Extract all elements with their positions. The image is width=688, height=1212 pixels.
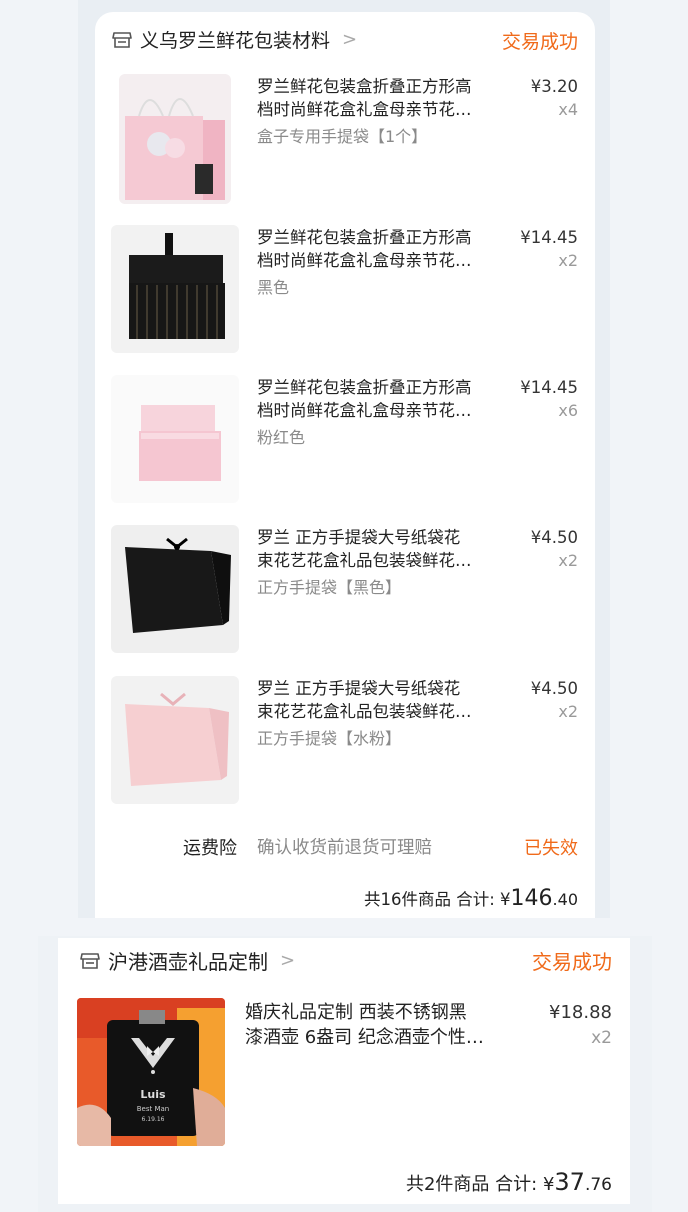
product-image: Luis Best Man 6.19.16 [77, 998, 225, 1146]
total-decimal: .76 [584, 1175, 612, 1195]
item-quantity: x2 [558, 251, 578, 270]
total-currency: ¥ [500, 890, 511, 909]
item-price: ¥14.45 [520, 228, 578, 247]
item-variant: 正方手提袋【水粉】 [257, 729, 402, 748]
order-item[interactable]: 罗兰 正方手提袋大号纸袋花 束花艺花盒礼品包装袋鲜花… 正方手提袋【水粉】 ¥4… [95, 676, 595, 806]
item-title: 罗兰鲜花包装盒折叠正方形高 档时尚鲜花盒礼盒母亲节花… [257, 228, 472, 270]
shop-header[interactable]: 沪港酒壶礼品定制 > [80, 946, 295, 975]
total-currency: ¥ [542, 1174, 555, 1195]
item-quantity: x6 [558, 401, 578, 420]
chevron-right-icon: > [342, 29, 358, 50]
insurance-status: 已失效 [524, 838, 578, 859]
insurance-label: 运费险 [183, 838, 237, 859]
order-card-1[interactable]: 义乌罗兰鲜花包装材料 > 交易成功 罗兰鲜花包装盒折叠正方形高 档时尚鲜花盒礼盒… [95, 12, 595, 918]
shop-name: 义乌罗兰鲜花包装材料 [140, 30, 331, 52]
product-image [119, 74, 231, 204]
store-icon [80, 952, 100, 969]
item-title: 罗兰鲜花包装盒折叠正方形高 档时尚鲜花盒礼盒母亲节花… [257, 77, 472, 119]
engraving-date: 6.19.16 [142, 1116, 165, 1123]
item-quantity: x2 [591, 1028, 612, 1048]
item-quantity: x4 [558, 100, 578, 119]
item-title: 罗兰 正方手提袋大号纸袋花 束花艺花盒礼品包装袋鲜花… [257, 528, 472, 570]
item-price: ¥4.50 [530, 679, 578, 698]
product-image [111, 225, 239, 353]
item-title: 婚庆礼品定制 西装不锈钢黑 漆酒壶 6盎司 纪念酒壶个性… [245, 1002, 484, 1048]
order-item[interactable]: 罗兰鲜花包装盒折叠正方形高 档时尚鲜花盒礼盒母亲节花… 盒子专用手提袋【1个】 … [95, 74, 595, 204]
item-price: ¥4.50 [530, 528, 578, 547]
order-item[interactable]: 罗兰鲜花包装盒折叠正方形高 档时尚鲜花盒礼盒母亲节花… 粉红色 ¥14.45 x… [95, 375, 595, 505]
total-integer: 37 [554, 1168, 585, 1196]
item-variant: 盒子专用手提袋【1个】 [257, 127, 428, 146]
total-integer: 146 [510, 886, 553, 911]
item-variant: 黑色 [257, 278, 290, 297]
shop-name: 沪港酒壶礼品定制 [108, 950, 268, 974]
item-quantity: x2 [558, 551, 578, 570]
item-count: 共2件商品 [405, 1174, 490, 1195]
order-status: 交易成功 [501, 31, 578, 53]
item-quantity: x2 [558, 702, 578, 721]
item-variant: 正方手提袋【黑色】 [257, 578, 402, 597]
item-price: ¥14.45 [520, 378, 578, 397]
product-image [111, 525, 239, 653]
product-image [111, 676, 239, 804]
chevron-right-icon: > [280, 950, 296, 971]
product-image [111, 375, 239, 503]
item-price: ¥3.20 [530, 77, 578, 96]
order-item[interactable]: 罗兰鲜花包装盒折叠正方形高 档时尚鲜花盒礼盒母亲节花… 黑色 ¥14.45 x2 [95, 225, 595, 355]
order-status: 交易成功 [532, 950, 612, 974]
total-decimal: .40 [552, 890, 578, 909]
order-total: 共16件商品 合计: ¥146.40 [364, 886, 578, 911]
order-total: 共2件商品 合计: ¥37.76 [406, 1168, 612, 1196]
item-variant: 粉红色 [257, 428, 306, 447]
shop-header[interactable]: 义乌罗兰鲜花包装材料 > [112, 26, 357, 53]
total-label: 合计: [495, 1174, 538, 1195]
order-card-2[interactable]: 沪港酒壶礼品定制 > 交易成功 Luis Best Man 6.19.16 婚庆… [58, 938, 630, 1204]
engraving-role: Best Man [137, 1105, 170, 1113]
store-icon [112, 31, 132, 48]
item-title: 罗兰鲜花包装盒折叠正方形高 档时尚鲜花盒礼盒母亲节花… [257, 378, 472, 420]
item-title: 罗兰 正方手提袋大号纸袋花 束花艺花盒礼品包装袋鲜花… [257, 679, 472, 721]
item-price: ¥18.88 [549, 1002, 612, 1023]
order-item[interactable]: Luis Best Man 6.19.16 婚庆礼品定制 西装不锈钢黑 漆酒壶 … [58, 998, 630, 1148]
order-item[interactable]: 罗兰 正方手提袋大号纸袋花 束花艺花盒礼品包装袋鲜花… 正方手提袋【黑色】 ¥4… [95, 525, 595, 655]
engraving-name: Luis [140, 1088, 166, 1101]
total-label: 合计: [456, 890, 495, 909]
insurance-description: 确认收货前退货可理赔 [257, 838, 432, 858]
item-count: 共16件商品 [363, 890, 451, 909]
